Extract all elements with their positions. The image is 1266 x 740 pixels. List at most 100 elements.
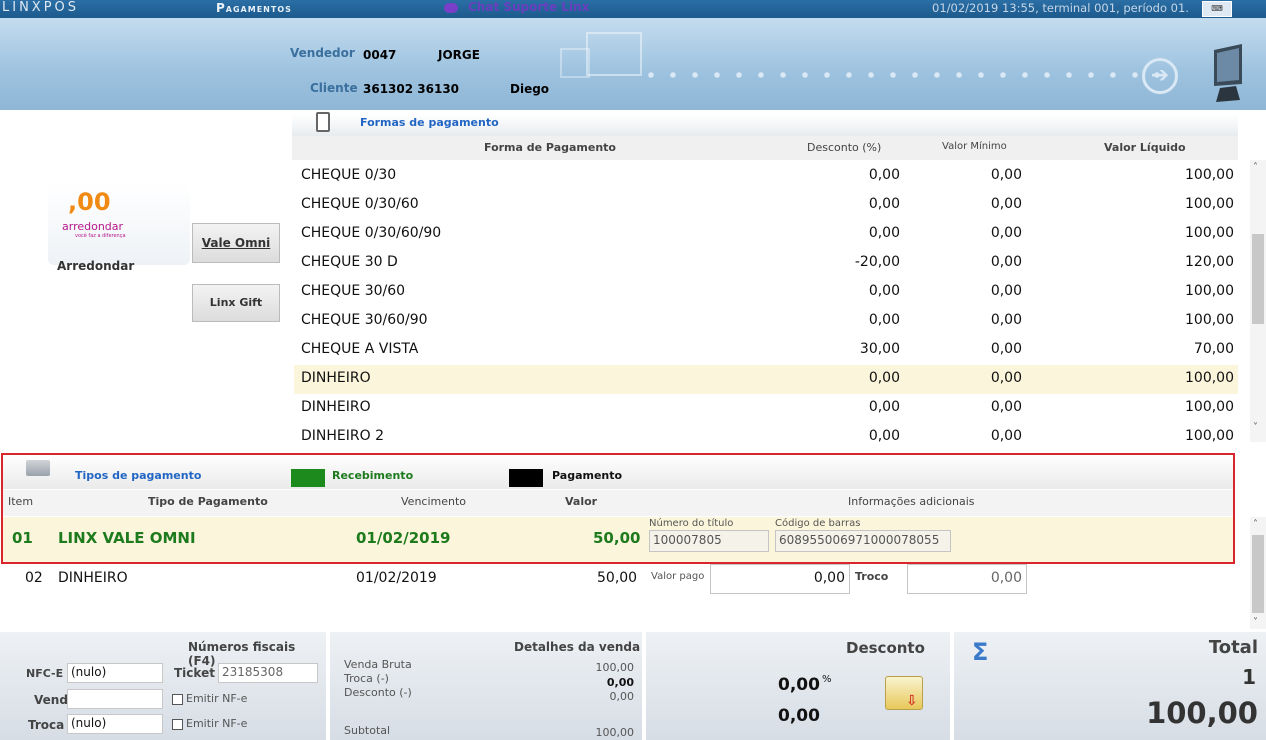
col-valor-minimo[interactable]: Valor Mínimo: [942, 141, 1007, 152]
checkbox-icon[interactable]: [172, 693, 183, 705]
forma-name: DINHEIRO: [301, 370, 371, 386]
forma-row[interactable]: CHEQUE 30/60/90 0,00 0,00 100,00: [294, 307, 1238, 336]
forma-row[interactable]: DINHEIRO 2 0,00 0,00 100,00: [294, 423, 1238, 442]
cliente-label: Cliente: [310, 81, 358, 95]
decor-square-icon: [586, 32, 642, 76]
col-desconto[interactable]: Desconto (%): [807, 141, 881, 154]
forma-valor-liquido: 100,00: [1185, 370, 1234, 386]
col-valor-liquido[interactable]: Valor Líquido: [1104, 141, 1186, 154]
forma-row[interactable]: CHEQUE 30/60 0,00 0,00 100,00: [294, 278, 1238, 307]
formas-columns: Forma de Pagamento Desconto (%) Valor Mí…: [292, 136, 1238, 160]
cliente-code: 361302 36130: [363, 82, 460, 96]
forma-name: DINHEIRO 2: [301, 428, 384, 442]
forma-valor-minimo: 0,00: [990, 341, 1022, 357]
payment-row[interactable]: 02 DINHEIRO 01/02/2019 50,00 Valor pago …: [3, 562, 1233, 598]
linx-gift-button[interactable]: Linx Gift: [192, 284, 280, 322]
forma-desconto: 0,00: [868, 283, 900, 299]
forma-name: CHEQUE 0/30/60: [301, 196, 419, 212]
forma-name: DINHEIRO: [301, 399, 371, 415]
arredondar-logo-text: arredondar: [62, 220, 124, 233]
forma-row[interactable]: CHEQUE 30 D -20,00 0,00 120,00: [294, 249, 1238, 278]
arredondar-label[interactable]: Arredondar: [57, 259, 134, 273]
troca-label: Troca: [28, 718, 65, 732]
emitir-nfe-label: Emitir NF-e: [186, 692, 248, 705]
forma-name: CHEQUE 0/30: [301, 167, 397, 183]
forma-valor-liquido: 100,00: [1185, 428, 1234, 442]
monitor-icon: [1214, 44, 1242, 102]
scroll-up-icon[interactable]: ˄: [1253, 162, 1258, 173]
emitir-nfe-checkbox-2[interactable]: Emitir NF-e: [172, 717, 247, 730]
chat-support-label: Chat Suporte Linx: [468, 0, 590, 14]
forma-valor-liquido: 70,00: [1193, 341, 1234, 357]
valor-pago-input[interactable]: 0,00: [710, 564, 850, 594]
decor-dots: [640, 72, 1160, 78]
vendedor-label: Vendedor: [290, 46, 355, 60]
forma-desconto: 0,00: [868, 370, 900, 386]
chat-bubble-icon: [444, 2, 458, 13]
scroll-up-icon[interactable]: ˄: [1253, 519, 1258, 530]
scroll-thumb[interactable]: [1252, 535, 1264, 613]
chat-support-link[interactable]: Chat Suporte Linx: [444, 0, 589, 14]
forma-desconto: 0,00: [868, 312, 900, 328]
forma-desconto: -20,00: [854, 254, 900, 270]
valor-pago-label: Valor pago: [651, 571, 705, 582]
top-bar: LINXPOS Pagamentos Chat Suporte Linx 01/…: [0, 0, 1266, 18]
arrow-right-icon: ➔: [1142, 58, 1178, 94]
keyboard-icon[interactable]: ⌨: [1202, 1, 1232, 17]
tipos-scrollbar[interactable]: ˄ ˅: [1250, 517, 1266, 629]
formas-scrollbar[interactable]: ˄ ˅: [1250, 160, 1266, 442]
troca-minus-value: 0,00: [606, 676, 634, 689]
desconto-minus-label: Desconto (-): [344, 686, 412, 699]
total-value: 100,00: [1146, 696, 1258, 730]
troca-field[interactable]: (nulo): [67, 714, 163, 734]
emitir-nfe-checkbox-1[interactable]: Emitir NF-e: [172, 692, 247, 705]
screen-title: Pagamentos: [216, 1, 292, 15]
forma-row[interactable]: CHEQUE 0/30 0,00 0,00 100,00: [294, 162, 1238, 191]
forma-valor-minimo: 0,00: [990, 283, 1022, 299]
payment-type: DINHEIRO: [58, 570, 128, 586]
forma-valor-liquido: 100,00: [1185, 399, 1234, 415]
scroll-down-icon[interactable]: ˅: [1253, 617, 1258, 628]
subtotal-label: Subtotal: [344, 724, 391, 737]
desconto-percent[interactable]: 0,00: [778, 675, 820, 695]
forma-row[interactable]: CHEQUE 0/30/60 0,00 0,00 100,00: [294, 191, 1238, 220]
vendedor-name: JORGE: [438, 48, 480, 62]
forma-desconto: 0,00: [868, 428, 900, 442]
forma-row[interactable]: CHEQUE 0/30/60/90 0,00 0,00 100,00: [294, 220, 1238, 249]
cliente-name: Diego: [510, 82, 550, 96]
sale-header: ➔ Vendedor 0047 JORGE Cliente 361302 361…: [0, 18, 1266, 110]
forma-row[interactable]: DINHEIRO 0,00 0,00 100,00: [294, 365, 1238, 394]
arrow-down-icon: ⇩: [906, 693, 918, 709]
nfce-field[interactable]: (nulo): [67, 663, 163, 683]
venda-bruta-label: Venda Bruta: [344, 658, 412, 671]
troco-field: 0,00: [907, 564, 1027, 594]
checkbox-icon[interactable]: [172, 718, 183, 730]
scroll-down-icon[interactable]: ˅: [1253, 422, 1258, 433]
sigma-icon: Σ: [972, 638, 989, 666]
forma-desconto: 0,00: [868, 167, 900, 183]
forma-row[interactable]: DINHEIRO 0,00 0,00 100,00: [294, 394, 1238, 423]
forma-valor-minimo: 0,00: [990, 312, 1022, 328]
forma-valor-minimo: 0,00: [990, 399, 1022, 415]
ticket-label: Ticket: [174, 666, 215, 680]
venda-field[interactable]: [67, 689, 163, 709]
document-icon: [316, 112, 330, 132]
decor-square-icon: [560, 48, 590, 78]
ticket-field[interactable]: 23185308: [218, 663, 318, 683]
forma-row[interactable]: CHEQUE A VISTA 30,00 0,00 70,00: [294, 336, 1238, 365]
col-forma[interactable]: Forma de Pagamento: [484, 141, 616, 154]
scroll-thumb[interactable]: [1252, 234, 1264, 324]
discount-apply-icon[interactable]: ⇩: [885, 676, 923, 710]
desconto-value[interactable]: 0,00: [778, 706, 820, 726]
forma-desconto: 0,00: [868, 196, 900, 212]
payment-item: 02: [25, 570, 43, 586]
subtotal-value: 100,00: [595, 726, 635, 739]
vendedor-code: 0047: [363, 48, 397, 62]
forma-valor-liquido: 100,00: [1185, 167, 1234, 183]
forma-valor-minimo: 0,00: [990, 428, 1022, 442]
troca-minus-label: Troca (-): [344, 672, 389, 685]
app-brand: LINXPOS: [2, 0, 80, 15]
forma-valor-liquido: 100,00: [1185, 312, 1234, 328]
percent-symbol: %: [822, 674, 832, 685]
vale-omni-button[interactable]: Vale Omni: [192, 223, 280, 263]
